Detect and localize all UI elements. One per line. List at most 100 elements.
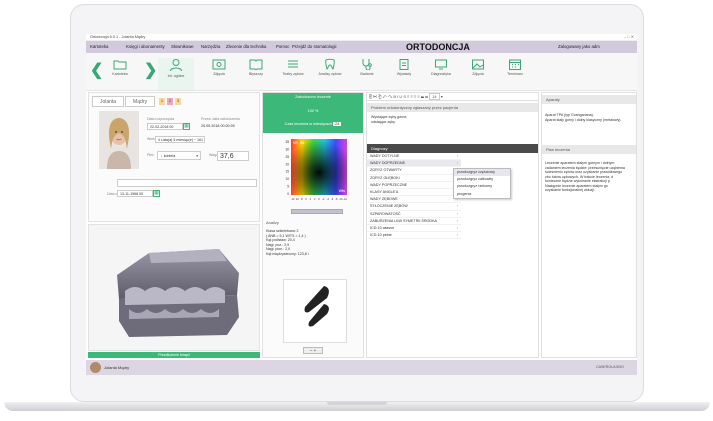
zoom-buttons[interactable]: − +	[303, 347, 323, 354]
calendar-button[interactable]: ▦	[183, 123, 190, 130]
plan-text[interactable]: Leczenie aparatem stałym górnym i dolnym…	[545, 161, 637, 193]
diagnosis-item[interactable]: STŁOCZENIE ZĘBÓW ›	[367, 203, 461, 211]
dental-model-viewer[interactable]	[88, 224, 260, 351]
diagnosis-item[interactable]: ICD-10 własne ›	[367, 225, 461, 233]
y-tick-label: 30	[285, 147, 289, 151]
x-tick-label: -4	[327, 197, 330, 201]
dental-model-3d	[117, 249, 239, 337]
menu-item-zlecenie[interactable]: Zlecenie dla technika	[226, 44, 266, 49]
avatar	[90, 362, 101, 373]
title-bar: Ortodoncja 6.0.1 - Jolanta Mądry – □ ✕	[86, 34, 637, 41]
x-tick-label: -6	[331, 197, 334, 201]
y-tick-label: 5	[287, 185, 289, 189]
aparaty-text[interactable]: Aparat TPA (typ Goshgariana). Aparat sta…	[545, 113, 637, 122]
sex-select[interactable]: ♀ kobieta ▾	[157, 151, 201, 160]
notes-field[interactable]	[117, 179, 257, 187]
menu-item-narzedzia[interactable]: Narzędzia	[201, 44, 220, 49]
toolbar-analizy[interactable]: Analizy zębów	[312, 58, 348, 90]
photo-icon	[212, 59, 226, 70]
date-label: Data rozpoczęcia	[147, 117, 175, 121]
weight-field[interactable]: 37,6	[217, 151, 249, 161]
age-field[interactable]: 4 Lata(a) 5 miesiąc(e) ~ 161	[155, 136, 205, 143]
menu-item-ksiegi[interactable]: Księgi i abonamenty	[126, 44, 165, 49]
monitor-icon	[435, 59, 447, 70]
toolbar-badanie[interactable]: Badanie	[349, 58, 385, 90]
treatment-percent: 100 %	[307, 109, 319, 113]
problem-text[interactable]: Wystające zęby górne, odstające zęby.	[371, 115, 407, 124]
x-tick-label: -8	[335, 197, 338, 201]
diagnosis-item[interactable]: SZPAROWATOŚĆ ›	[367, 211, 461, 218]
y-tick-label: 10	[285, 177, 289, 181]
diagnosis-panel: ⎘ ✂ ⎗ ↶ ↷ B I U S ≡ ≡ ≡ ≡ ☰ ▭ 14 ▾ Probl…	[366, 92, 539, 358]
toolbar-blyszczy[interactable]: Błyszczy	[238, 58, 274, 90]
menu-item-pomoc[interactable]: Pomoc	[276, 44, 289, 49]
start-date-field[interactable]: 22-02-2018 00	[147, 123, 183, 130]
y-tick-label: 15	[285, 170, 289, 174]
heatmap-shade	[291, 139, 347, 195]
submenu-item[interactable]: przodozgryz całkowity	[454, 176, 510, 183]
diagnosis-item[interactable]: KLASY ANGLE'A›	[367, 189, 461, 197]
laptop-notch	[327, 402, 387, 405]
diagnosis-item[interactable]: WADY POPRZECZNE›	[367, 182, 461, 189]
toolbar-diagnostyka[interactable]: Diagnostyka	[423, 58, 459, 90]
patient-photo	[99, 111, 139, 169]
submenu-item[interactable]: progenia	[454, 191, 510, 198]
diagnosis-item[interactable]: WADY ZĘBOWE ›	[367, 196, 461, 204]
menu-bar: Kartoteka Księgi i abonamenty Słownikowe…	[86, 41, 637, 53]
extend-therapy-button[interactable]: Przedłużenie terapii	[88, 352, 260, 358]
chart-slider[interactable]	[291, 209, 343, 214]
x-tick-label: 8	[301, 197, 303, 201]
plan-header: Plan leczenia	[542, 145, 636, 154]
toolbar-teatry[interactable]: Teatry zębów	[275, 58, 311, 90]
birth-date-field[interactable]: 13-11-1968 00	[117, 190, 153, 197]
x-tick-label: 10	[296, 197, 299, 201]
font-size-select[interactable]: 14	[429, 93, 440, 100]
status-bar: Jolanta Mądry CASEROLAGNO	[86, 360, 637, 375]
diagnosis-item[interactable]: ZABURZENIA LINII SYMETRII ŚRODKA ›	[367, 218, 461, 225]
duration-value: 24	[333, 122, 342, 126]
toolbar-zdjecia[interactable]: Zdjęcia	[201, 58, 237, 90]
toolbar-terminarz[interactable]: Terminarz	[497, 58, 533, 90]
birth-calendar-button[interactable]: ▦	[153, 190, 160, 197]
forward-arrow-icon[interactable]: ❯	[144, 63, 157, 79]
status-right-text: CASEROLAGNO	[596, 365, 624, 369]
y-tick-label: 20	[285, 162, 289, 166]
diagnosis-header: Diagnozy	[367, 144, 538, 153]
format-icons[interactable]: ⎘ ✂ ⎗ ↶ ↷ B I U S ≡ ≡ ≡ ≡ ☰ ▭	[369, 94, 429, 99]
cephalometric-chart: 3530252015105012 10 8 6 4 2 0 -2 -4 -6 -8 -10 -12MR,…	[285, 139, 347, 201]
status-patient-name: Jolanta Mądry	[104, 365, 130, 370]
diagnosis-item[interactable]: ZGRYZ GŁĘBOKI›	[367, 175, 461, 182]
analysis-stats: Klasa szkieletowa: 2 ( ANB = 5,1 WITS = …	[266, 229, 361, 256]
duration-label: Czas leczenia w miesiącach	[284, 122, 333, 126]
last-name-field[interactable]: Mądry	[125, 96, 155, 107]
tooth-icon	[325, 58, 335, 70]
x-tick-label: 6	[305, 197, 307, 201]
diagnosis-item[interactable]: ICD-10 pełne ›	[367, 232, 461, 240]
menu-item-stomatologia[interactable]: Przejdź do stomatologii	[292, 44, 336, 49]
toolbar-wywiady[interactable]: Wywiady	[386, 58, 422, 90]
corner-label: Wits	[339, 189, 346, 193]
person-icon	[170, 59, 182, 72]
diagnosis-item[interactable]: ZGRYZ OTWARTY›	[367, 167, 461, 175]
menu-item-kartoteka[interactable]: Kartoteka	[90, 44, 108, 49]
module-toolbar: ❮ Kartoteka ❯ Inf. ogólne Zdjęcia Błyszc…	[86, 53, 637, 91]
window-controls[interactable]: – □ ✕	[624, 34, 634, 39]
stat-line: Kąt międzysieczny: 123,8 i	[266, 251, 309, 256]
toolbar-info[interactable]: Inf. ogólne	[158, 58, 194, 90]
brand-title: ORTODONCJA	[406, 42, 470, 52]
plan-end-value: 25.05.2018 00:00:00	[201, 124, 235, 128]
treatment-summary-panel: Zakończono leczenie 100 % Czas leczenia …	[262, 92, 364, 358]
treatment-status-header: Zakończono leczenie	[295, 95, 331, 99]
submenu-item[interactable]: przodozgryz rzekomy	[454, 183, 510, 190]
diagnosis-item[interactable]: WADY DOPRZEDNE ›	[367, 160, 461, 168]
logged-user: Zalogowany jako adm	[558, 44, 600, 49]
x-tick-label: 2	[314, 197, 316, 201]
diagnosis-item[interactable]: WADY DOTYLNE ›	[367, 153, 461, 161]
menu-item-slownikowe[interactable]: Słownikowe	[171, 44, 194, 49]
clipboard-icon	[399, 59, 409, 70]
treatment-plan-panel: Aparaty Aparat TPA (typ Goshgariana). Ap…	[541, 92, 637, 358]
toolbar-kartoteka[interactable]: Kartoteka	[102, 58, 138, 90]
toolbar-zdjecia-2[interactable]: Zdjęcia	[460, 58, 496, 90]
first-name-field[interactable]: Jolanta	[92, 96, 124, 107]
submenu-item[interactable]: przodozgryz częściowy	[454, 169, 510, 177]
